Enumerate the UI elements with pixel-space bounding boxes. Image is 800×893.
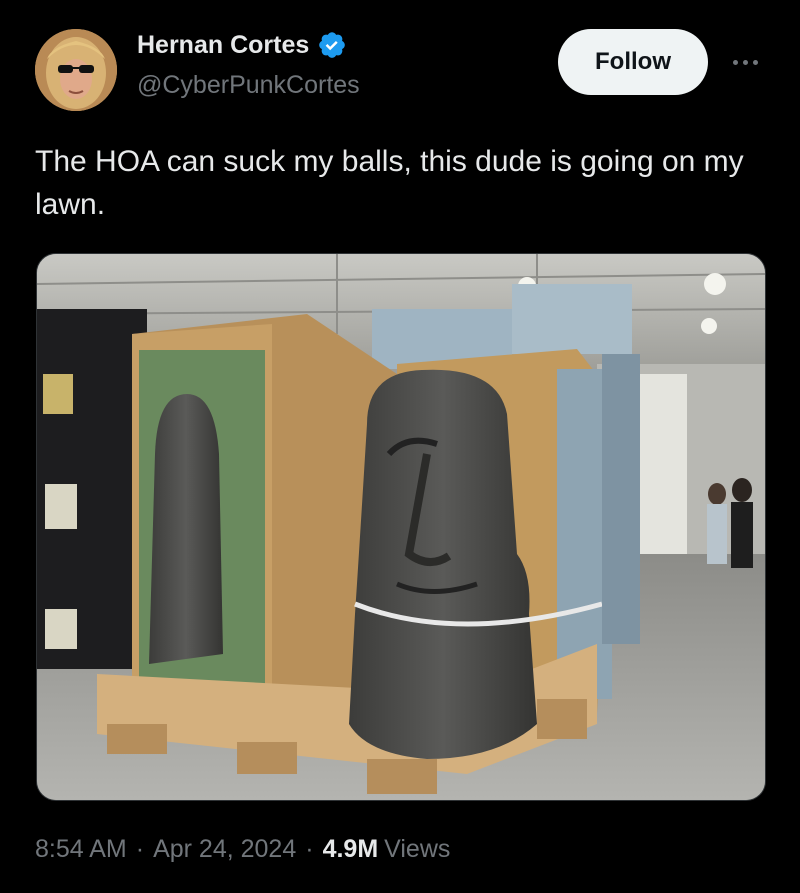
author-display-name[interactable]: Hernan Cortes (137, 31, 309, 60)
tweet-media-photo[interactable] (36, 253, 766, 801)
photo-moai-statue (37, 254, 765, 800)
tweet-time[interactable]: 8:54 AM (35, 835, 127, 864)
tweet-date[interactable]: Apr 24, 2024 (153, 835, 296, 864)
views-label[interactable]: Views (384, 835, 450, 864)
tweet-text: The HOA can suck my balls, this dude is … (35, 145, 744, 221)
tweet-meta: 8:54 AM · Apr 24, 2024 · 4.9M Views (35, 835, 450, 864)
verified-badge-icon (317, 30, 347, 60)
views-count[interactable]: 4.9M (323, 835, 379, 864)
follow-button[interactable]: Follow (558, 29, 708, 95)
avatar[interactable] (35, 29, 117, 111)
separator-dot: · (135, 835, 145, 863)
author-name-row[interactable]: Hernan Cortes (137, 30, 347, 60)
avatar-image (35, 29, 117, 111)
author-handle[interactable]: @CyberPunkCortes (137, 71, 360, 100)
more-options-icon[interactable] (725, 48, 765, 76)
separator-dot: · (305, 835, 314, 863)
